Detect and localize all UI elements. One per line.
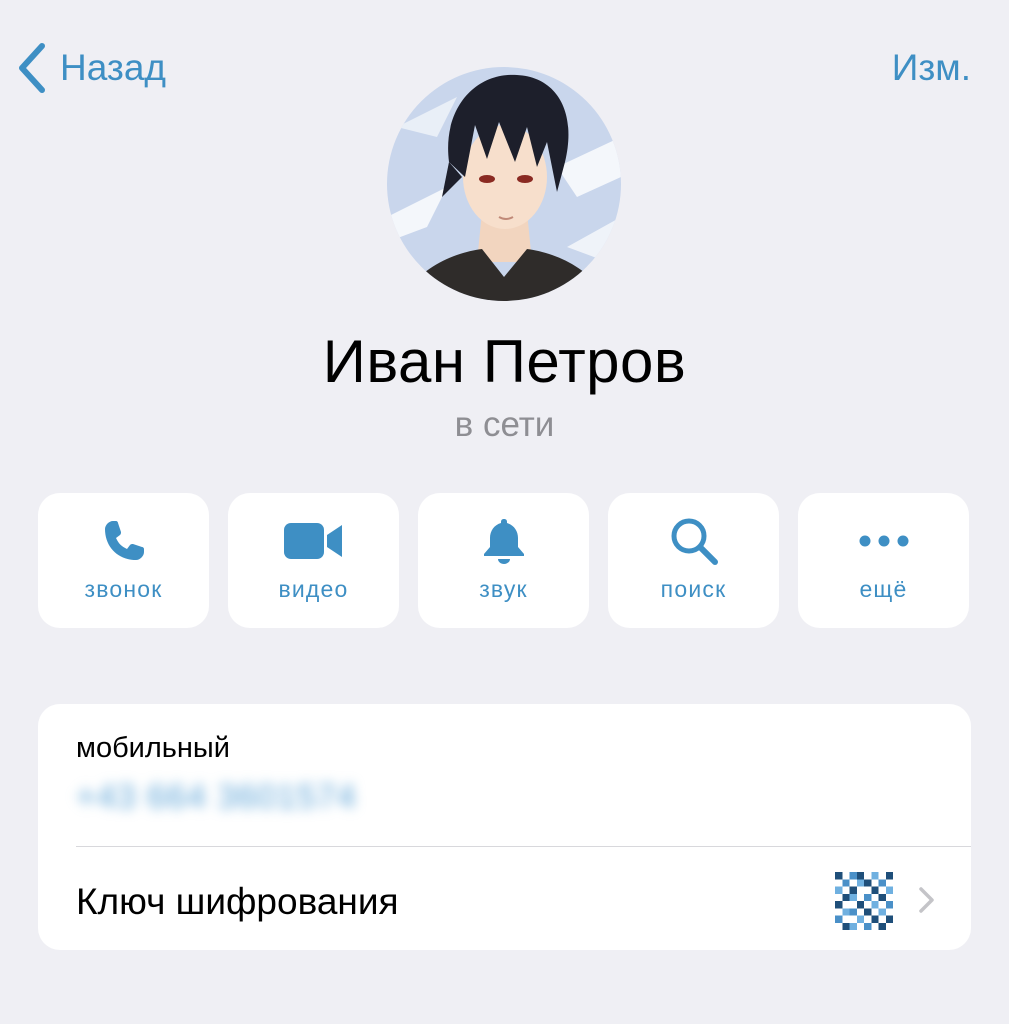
- encryption-key-icon: [835, 872, 893, 930]
- chevron-left-icon: [19, 43, 45, 93]
- bell-icon: [483, 519, 524, 564]
- edit-button[interactable]: Изм.: [892, 40, 971, 96]
- call-button[interactable]: звонок: [38, 493, 209, 628]
- phone-label: мобильный: [76, 732, 230, 764]
- search-button[interactable]: поиск: [608, 493, 779, 628]
- avatar-image: [387, 67, 621, 301]
- search-label: поиск: [660, 576, 727, 602]
- more-dots-icon: [859, 535, 908, 547]
- chevron-right-icon: [919, 887, 934, 913]
- contact-name: Иван Петров: [322, 328, 687, 395]
- video-camera-icon: [283, 523, 342, 559]
- phone-row[interactable]: мобильный +43 664 3601574: [38, 704, 971, 846]
- action-bar: звонок видео звук поиск ещё: [38, 493, 969, 628]
- call-label: звонок: [84, 576, 163, 602]
- sound-button[interactable]: звук: [418, 493, 589, 628]
- sound-label: звук: [479, 576, 528, 602]
- back-label: Назад: [60, 47, 167, 88]
- online-status: в сети: [454, 405, 555, 444]
- encryption-key-row[interactable]: Ключ шифрования: [38, 847, 971, 950]
- phone-number[interactable]: +43 664 3601574: [76, 778, 357, 817]
- back-button[interactable]: Назад: [16, 40, 166, 96]
- encryption-key-label: Ключ шифрования: [76, 881, 399, 922]
- phone-icon: [104, 521, 144, 560]
- avatar[interactable]: [387, 67, 621, 301]
- more-label: ещё: [859, 576, 908, 602]
- video-label: видео: [278, 576, 349, 602]
- search-icon: [671, 518, 718, 565]
- video-button[interactable]: видео: [228, 493, 399, 628]
- more-button[interactable]: ещё: [798, 493, 969, 628]
- contact-info-card: мобильный +43 664 3601574 Ключ шифровани…: [38, 704, 971, 950]
